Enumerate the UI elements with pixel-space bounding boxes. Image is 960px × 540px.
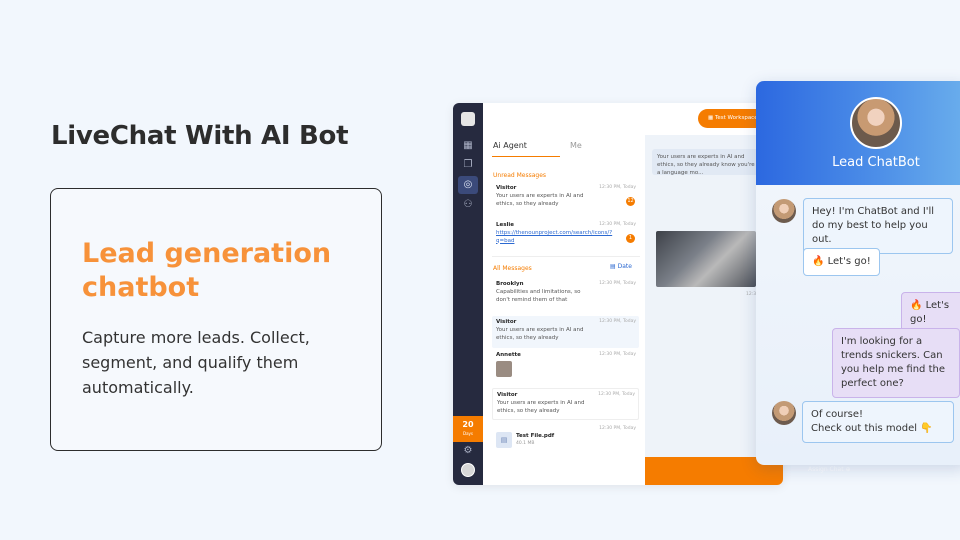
chatbot-title: Lead ChatBot xyxy=(832,155,920,170)
item-name: Visitor xyxy=(496,319,517,325)
item-text: Capabilities and limitations, so don't r… xyxy=(496,289,581,303)
unread-badge: 12 xyxy=(626,197,635,206)
list-item[interactable]: Annette 12:30 PM, Today xyxy=(492,352,639,382)
list-item[interactable]: ▤ Test File.pdf 40.1 MB 12:30 PM, Today xyxy=(492,426,639,454)
feature-card: Lead generation chatbot Capture more lea… xyxy=(50,188,382,451)
unread-label: Unread Messages xyxy=(493,172,547,179)
item-name: Visitor xyxy=(497,392,518,398)
tab-me[interactable]: Me xyxy=(570,141,582,150)
date-filter-label: Date xyxy=(617,263,632,270)
item-time: 12:30 PM, Today xyxy=(599,222,636,227)
assign-chat-button[interactable]: Assign Chat ⊕ xyxy=(808,466,851,473)
file-icon: ▤ xyxy=(496,432,512,448)
list-item[interactable]: Leslie https://thenounproject.com/search… xyxy=(492,222,639,252)
bot-avatar xyxy=(772,401,796,425)
item-text: Your users are experts in AI and ethics,… xyxy=(496,193,584,207)
card-heading: Lead generation chatbot xyxy=(82,238,332,303)
item-link[interactable]: https://thenounproject.com/search/icons/… xyxy=(496,230,612,245)
tabs: Ai Agent Me xyxy=(492,141,642,157)
image-thumbnail xyxy=(496,361,512,377)
chatbot-avatar xyxy=(850,97,902,149)
bot-greeting-message: Hey! I'm ChatBot and I'll do my best to … xyxy=(803,198,953,254)
dashboard-icon[interactable]: ▦ xyxy=(462,140,474,152)
file-size: 40.1 MB xyxy=(516,441,535,446)
settings-icon[interactable]: ⚙ xyxy=(462,445,474,457)
item-name: Visitor xyxy=(496,185,517,191)
item-text: Your users are experts in AI and ethics,… xyxy=(497,400,585,414)
hero-title: LiveChat With AI Bot xyxy=(51,121,349,151)
trial-days-count: 20 xyxy=(462,420,474,429)
divider xyxy=(492,256,640,257)
logo-icon xyxy=(461,112,475,126)
item-time: 12:30 PM, Today xyxy=(599,281,636,286)
app-mockup: ▦ ❐ ◎ ⚇ 20 Days ⚙ Ai Agent Me Unread Mes… xyxy=(453,103,783,485)
all-messages-label: All Messages xyxy=(493,265,532,272)
item-name: Brooklyn xyxy=(496,281,524,287)
item-time: 12:30 PM, Today xyxy=(599,319,636,324)
sidebar: ▦ ❐ ◎ ⚇ 20 Days ⚙ xyxy=(453,103,483,485)
assign-chat-label: Assign Chat xyxy=(808,466,844,473)
item-name: Annette xyxy=(496,352,521,358)
item-time: 12:30 PM, Today xyxy=(599,185,636,190)
item-time: 12:30 PM, Today xyxy=(599,352,636,357)
add-circle-icon: ⊕ xyxy=(843,466,851,473)
list-item[interactable]: Visitor Your users are experts in AI and… xyxy=(492,388,639,420)
list-item[interactable]: Brooklyn Capabilities and limitations, s… xyxy=(492,281,639,311)
bot-reply-message: Of course! Check out this model 👇 xyxy=(802,401,954,443)
workspace-button-label: Test Workspace xyxy=(714,115,758,121)
tab-ai-agent[interactable]: Ai Agent xyxy=(492,141,560,157)
grid-icon: ▦ xyxy=(708,115,715,121)
user-request-message: I'm looking for a trends snickers. Can y… xyxy=(832,328,960,398)
quick-reply-button[interactable]: 🔥 Let's go! xyxy=(803,248,880,276)
chatbot-panel: Lead ChatBot Hey! I'm ChatBot and I'll d… xyxy=(756,81,960,465)
file-name: Test File.pdf xyxy=(516,433,555,439)
list-item[interactable]: Visitor Your users are experts in AI and… xyxy=(492,185,639,215)
chat-bubble: Your users are experts in AI and ethics,… xyxy=(652,149,760,175)
item-time: 12:30 PM, Today xyxy=(598,392,635,397)
chats-icon[interactable]: ❐ xyxy=(462,159,474,171)
item-time: 12:30 PM, Today xyxy=(599,426,636,431)
card-description: Capture more leads. Collect, segment, an… xyxy=(82,328,310,397)
users-icon[interactable]: ⚇ xyxy=(462,199,474,211)
list-item[interactable]: Visitor Your users are experts in AI and… xyxy=(492,316,639,348)
chat-image[interactable] xyxy=(656,231,756,287)
trial-days-label: Days xyxy=(463,431,473,436)
item-text: Your users are experts in AI and ethics,… xyxy=(496,327,584,341)
chatbot-header: Lead ChatBot xyxy=(756,81,960,185)
item-name: Leslie xyxy=(496,222,515,228)
bot-avatar xyxy=(772,199,796,223)
conversation-list: Ai Agent Me Unread Messages Visitor Your… xyxy=(483,135,645,485)
calendar-icon: ▤ xyxy=(610,263,618,270)
avatar[interactable] xyxy=(461,463,475,477)
unread-badge: 1 xyxy=(626,234,635,243)
conversations-icon[interactable]: ◎ xyxy=(462,179,474,191)
date-filter[interactable]: ▤ Date xyxy=(610,263,632,270)
trial-days-badge[interactable]: 20 Days xyxy=(453,416,483,442)
